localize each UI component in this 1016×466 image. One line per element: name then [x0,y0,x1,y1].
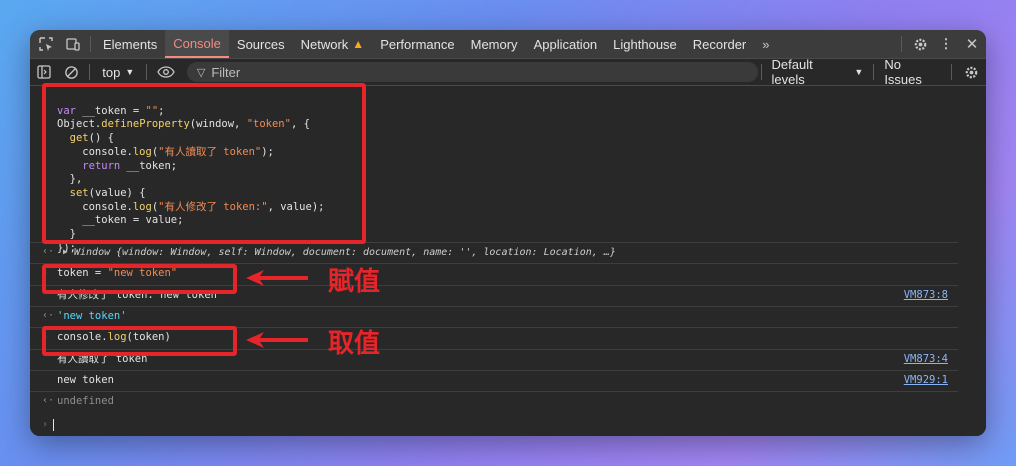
tab-console[interactable]: Console [165,30,229,58]
tab-sources[interactable]: Sources [229,30,293,58]
source-link[interactable]: VM873:4 [904,353,948,365]
result-row: ‹· undefined [30,391,958,412]
console-prompt[interactable]: › [30,415,958,435]
tab-memory[interactable]: Memory [463,30,526,58]
live-expression-eye-icon[interactable] [151,66,181,78]
assign-result: 'new token' [57,310,127,322]
window-result-text: Window {window: Window, self: Window, do… [74,247,616,258]
result-arrow-icon: ‹· [42,310,55,321]
console-settings-gear-icon[interactable] [956,65,986,80]
divider [90,36,91,52]
divider [760,64,762,80]
issues-button[interactable]: No Issues [878,57,947,87]
more-tabs-icon[interactable]: » [754,30,777,58]
filter-input[interactable]: ▽ Filter [186,62,758,82]
tab-network-label: Network [300,36,349,52]
tab-elements[interactable]: Elements [95,30,165,58]
divider [901,36,902,52]
clear-console-icon[interactable] [58,65,86,80]
read-annotation: 取值 [328,329,381,359]
context-selector[interactable]: top ▼ [94,65,142,80]
more-options-icon[interactable]: ⋮ [934,36,958,52]
log-row: new token VM929:1 [30,370,958,392]
chevron-down-icon: ▼ [125,67,135,77]
assign-highlight-box [42,264,237,294]
device-toolbar-icon[interactable] [60,36,86,52]
window-result-row[interactable]: ‹· ▶ Window {window: Window, self: Windo… [30,242,958,264]
divider [951,64,953,80]
expand-triangle-icon[interactable]: ▶ [63,247,68,256]
source-link[interactable]: VM929:1 [904,374,948,386]
log-levels-label: Default levels [771,57,813,87]
log-levels-dropdown[interactable]: Default levels ▼ [766,57,870,87]
arrow-left-icon [246,332,308,348]
divider [146,64,148,80]
inspect-element-icon[interactable] [32,36,60,52]
assign-annotation: 賦值 [328,267,381,297]
filter-placeholder: Filter [211,64,241,80]
text-caret [53,419,54,431]
arrow-left-icon [246,270,308,286]
code-highlight-box [42,83,366,244]
filter-icon: ▽ [196,66,206,79]
tab-lighthouse[interactable]: Lighthouse [605,30,685,58]
sidebar-toggle-icon[interactable] [30,65,58,79]
source-link[interactable]: VM873:8 [904,289,948,301]
console-toolbar: top ▼ ▽ Filter Default levels ▼ No Issue… [30,57,986,87]
close-icon[interactable]: ✕ [958,35,986,53]
tab-recorder[interactable]: Recorder [685,30,754,58]
result-arrow-icon: ‹· [42,246,55,257]
log-message: new token [57,374,114,386]
read-result: undefined [57,395,114,407]
context-label: top [102,64,121,80]
read-highlight-box [42,326,237,356]
warning-icon: ▲ [352,37,365,51]
divider [89,64,91,80]
chevron-down-icon: ▼ [854,67,864,77]
tab-performance[interactable]: Performance [372,30,462,58]
result-arrow-icon: ‹· [42,395,55,406]
result-row: ‹· 'new token' [30,306,958,328]
tab-application[interactable]: Application [526,30,606,58]
divider [873,64,875,80]
input-prompt-icon: › [42,419,49,430]
tab-network[interactable]: Network ▲ [293,30,373,58]
settings-gear-icon[interactable] [906,37,934,52]
devtools-tabbar: Elements Console Sources Network ▲ Perfo… [30,30,986,59]
